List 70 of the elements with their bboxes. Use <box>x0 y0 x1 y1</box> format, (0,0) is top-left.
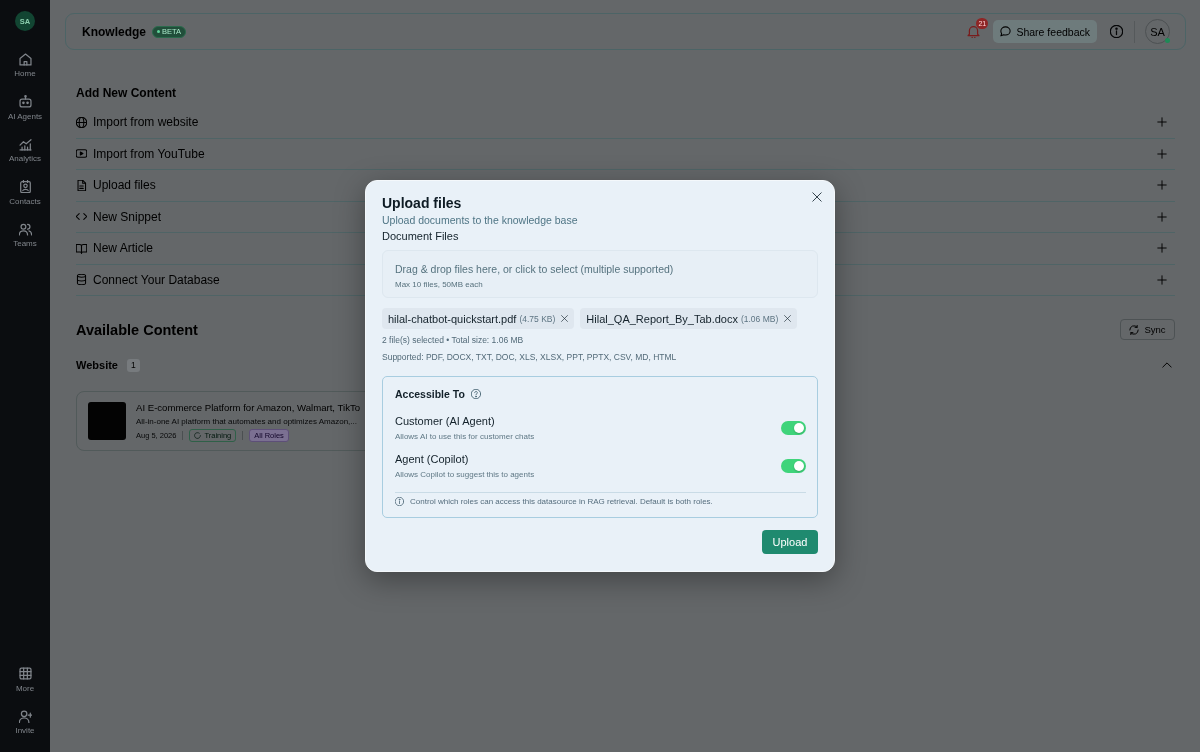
book-icon <box>76 242 87 254</box>
feedback-button[interactable]: Share feedback <box>993 20 1097 43</box>
sync-button[interactable]: Sync <box>1120 319 1175 340</box>
bell-icon[interactable] <box>966 25 980 38</box>
content-option[interactable]: Import from YouTube <box>76 138 1175 170</box>
plus-icon <box>1157 117 1167 128</box>
file-dropzone[interactable]: Drag & drop files here, or click to select (multiple supported) Max 10 files, 50MB each <box>382 250 818 298</box>
upload-button[interactable]: Upload <box>762 530 818 554</box>
help-icon[interactable] <box>470 389 481 399</box>
content-option[interactable]: Import from website <box>76 107 1175 139</box>
nav-item[interactable]: Invite <box>2 701 48 744</box>
dropzone-text: Drag & drop files here, or click to select (multiple supported) <box>395 262 674 276</box>
nav-item[interactable]: Home <box>2 44 48 87</box>
remove-icon[interactable] <box>561 315 569 322</box>
access-note: Control which roles can access this datasource in RAG retrieval. Default is both roles. <box>410 496 713 506</box>
spinner-icon <box>194 432 202 439</box>
dropzone-hint: Max 10 files, 50MB each <box>395 279 483 290</box>
toggle-switch[interactable] <box>781 458 806 473</box>
dot-icon <box>157 30 160 33</box>
robot-icon <box>18 95 32 108</box>
house-icon <box>18 52 32 66</box>
plus-icon <box>1157 148 1167 159</box>
plus-icon <box>1157 243 1167 254</box>
info-icon <box>395 496 404 506</box>
supported-formats: Supported: PDF, DOCX, TXT, DOC, XLS, XLSX, PPT, PPTX, CSV, MD, HTML <box>382 351 677 363</box>
add-person-icon <box>18 709 32 723</box>
page-title: Knowledge <box>82 24 146 39</box>
panel-title: Accessible To <box>395 388 465 400</box>
group-label: Website <box>76 359 118 371</box>
globe-icon <box>76 116 87 128</box>
file-size: (4.75 KB) <box>519 313 556 324</box>
section-title: Available Content <box>76 321 198 338</box>
chart-icon <box>18 137 32 151</box>
card-description: All-in-one AI platform that automates and optimizes Amazon,... <box>136 416 357 427</box>
video-icon <box>76 148 87 160</box>
nav-item[interactable]: Teams <box>2 214 48 257</box>
selection-summary: 2 file(s) selected • Total size: 1.06 MB <box>382 334 524 346</box>
thumbnail-placeholder <box>88 402 126 440</box>
section-title: Add New Content <box>76 85 176 101</box>
nav-item[interactable]: AI Agents <box>2 87 48 130</box>
remove-icon[interactable] <box>784 315 792 322</box>
plus-icon <box>1157 274 1167 285</box>
plus-icon <box>1157 180 1167 191</box>
nav-item[interactable]: Contacts <box>2 172 48 215</box>
chat-bubble-icon <box>1000 26 1012 37</box>
field-label: Document Files <box>382 228 459 244</box>
file-size: (1.06 MB) <box>740 313 779 324</box>
info-icon[interactable] <box>1110 25 1123 38</box>
grid-icon <box>18 667 32 680</box>
refresh-icon <box>1129 324 1140 335</box>
database-icon <box>76 274 87 286</box>
dialog-subtitle: Upload documents to the knowledge base <box>382 212 578 228</box>
nav-item[interactable]: Analytics <box>2 129 48 172</box>
close-icon[interactable] <box>812 192 822 202</box>
people-icon <box>18 222 32 236</box>
file-name: Hilal_QA_Report_By_Tab.docx <box>586 312 738 325</box>
role-description: Allows Copilot to suggest this to agents <box>395 468 535 480</box>
role-name: Agent (Copilot) <box>395 452 469 466</box>
toggle-switch[interactable] <box>781 420 806 435</box>
count-badge: 1 <box>127 358 140 372</box>
card-title: AI E-commerce Platform for Amazon, Walmart, TikTo <box>136 402 361 414</box>
chevron-up-icon[interactable] <box>1162 360 1172 370</box>
document-icon <box>76 179 87 191</box>
contact-card-icon <box>18 180 32 193</box>
nav-item[interactable]: More <box>2 659 48 702</box>
plus-icon <box>1157 211 1167 222</box>
role-name: Customer (AI Agent) <box>395 414 495 428</box>
role-description: Allows AI to use this for customer chats <box>395 430 535 442</box>
file-name: hilal-chatbot-quickstart.pdf <box>388 312 517 325</box>
code-icon <box>76 211 87 223</box>
